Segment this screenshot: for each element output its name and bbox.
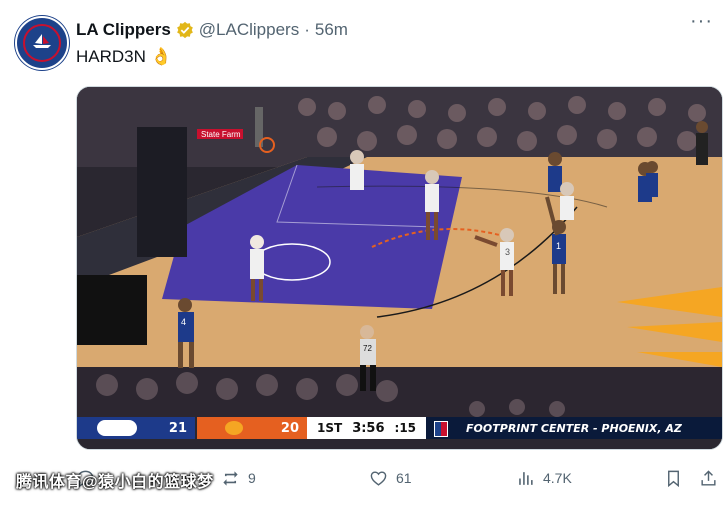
like-count: 61 [396,470,412,486]
views-icon [519,471,533,485]
period: 1ST [317,421,343,435]
author-name[interactable]: LA Clippers [76,20,171,40]
author-handle[interactable]: @LAClippers [199,20,299,40]
repost-button[interactable]: 9 [221,466,256,490]
jersey-number-1: 1 [556,241,561,251]
away-score: 21 [168,420,187,436]
jersey-number-4: 4 [181,317,186,327]
bookmark-button[interactable] [664,466,683,490]
clippers-logo-icon [97,420,137,436]
clock: 3:56 [352,420,385,436]
separator-dot: · [304,20,310,39]
watermark-text: 腾讯体育@猿小白的篮球梦 [16,474,214,491]
home-score: 20 [280,420,299,436]
shot-clock: :15 [394,421,417,435]
avatar[interactable] [15,16,69,70]
basketball-court-scene: State Farm 4 3 1 72 [77,87,722,449]
heart-icon [370,470,387,486]
verified-badge-icon [176,21,193,39]
share-button[interactable] [699,466,718,490]
nba-logo-icon [434,421,449,437]
scoreboard: 21 20 1ST 3:56 :15 FOOTPRINT CENTER - PH… [77,417,722,439]
views-count: 4.7K [543,470,572,486]
bookmark-icon [668,470,679,487]
share-icon [701,469,716,486]
statefarm-ad-text: State Farm [201,130,241,139]
venue-name: FOOTPRINT CENTER - PHOENIX, AZ [466,421,682,435]
away-score-box: 21 [77,417,195,439]
ok-hand-emoji: 👌 [150,47,172,66]
referee-number: 72 [363,344,372,353]
like-button[interactable]: 61 [369,466,412,490]
suns-logo-icon [225,421,243,435]
post-time[interactable]: 56m [315,20,348,40]
video-media[interactable]: State Farm 4 3 1 72 21 20 1ST 3:56:15 F… [76,86,723,450]
post-text-body: HARD3N [76,47,146,66]
more-icon[interactable]: ··· [690,11,713,31]
repost-icon [223,470,238,486]
game-clock: 1ST 3:56 :15 [307,417,427,439]
jersey-number-3: 3 [505,247,510,257]
post-text: HARD3N 👌 [76,47,172,67]
repost-count: 9 [248,470,256,486]
venue-bar: FOOTPRINT CENTER - PHOENIX, AZ [426,417,722,439]
post-header: LA Clippers @LAClippers · 56m [76,20,348,40]
logo-ship-icon [33,34,51,48]
home-score-box: 20 [197,417,307,439]
views-button[interactable]: 4.7K [516,466,572,490]
